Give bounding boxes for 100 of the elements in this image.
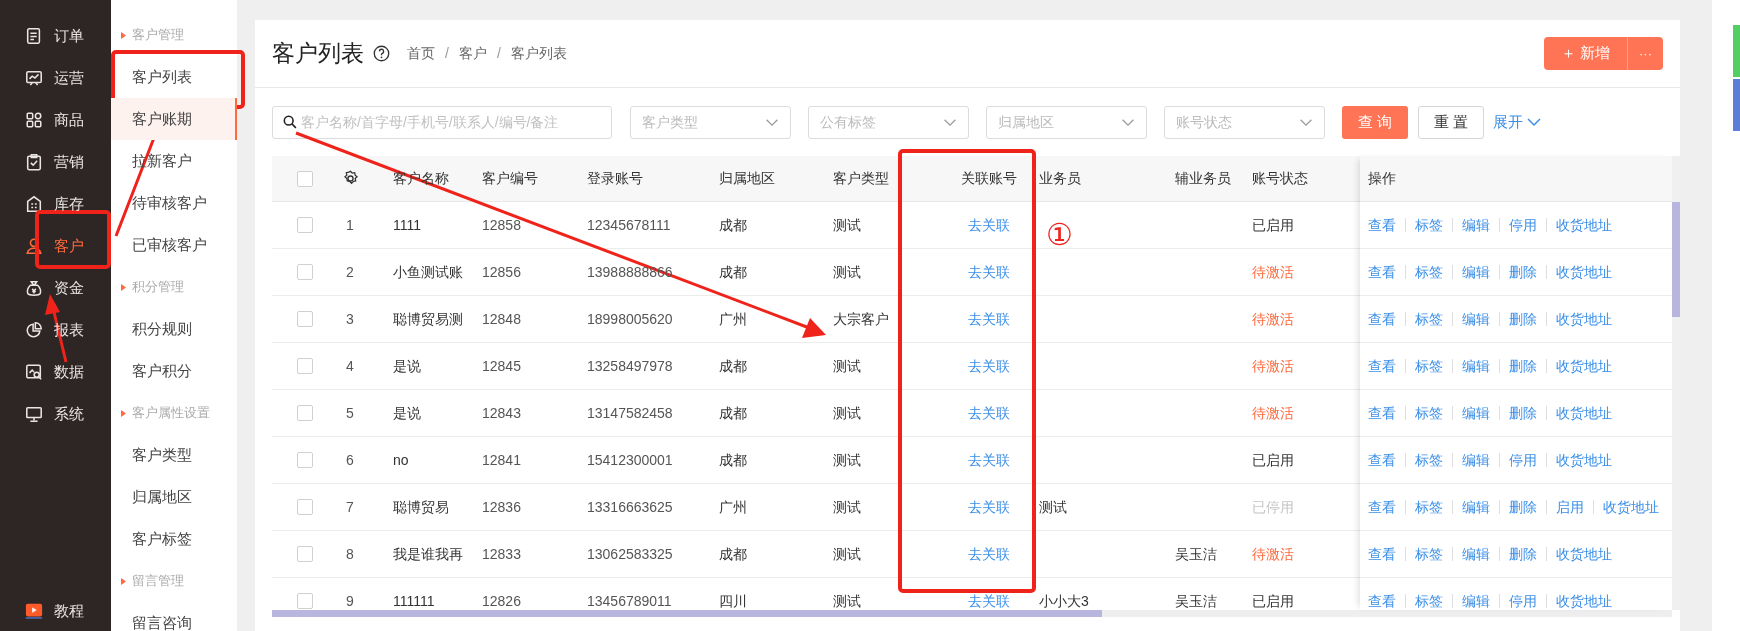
sidebar-item[interactable]: 资金 [0, 267, 111, 309]
select-field[interactable]: 客户类型 [630, 105, 791, 139]
action-link[interactable]: 编辑 [1462, 261, 1490, 283]
action-link[interactable]: 查看 [1368, 355, 1396, 377]
side-tab[interactable] [1733, 25, 1740, 77]
submenu-item[interactable]: 留言咨询 [111, 602, 237, 631]
action-link[interactable]: 标签 [1415, 590, 1443, 610]
action-link[interactable]: 收货地址 [1556, 261, 1612, 283]
breadcrumb-item[interactable]: 客户 [458, 43, 487, 64]
breadcrumb-item[interactable]: 首页 [407, 43, 435, 64]
link[interactable]: 去关联 [967, 263, 1010, 280]
action-link[interactable]: 标签 [1415, 355, 1443, 377]
side-tab[interactable] [1733, 79, 1740, 131]
submenu-item[interactable]: 归属地区 [111, 476, 237, 518]
query-button[interactable]: 查 询 [1342, 105, 1408, 139]
select-field[interactable]: 归属地区 [986, 105, 1147, 139]
checkbox[interactable] [297, 405, 313, 421]
action-link[interactable]: 编辑 [1462, 402, 1490, 424]
sidebar-item[interactable]: 商品 [0, 99, 111, 141]
action-link[interactable]: 编辑 [1462, 590, 1490, 610]
action-link[interactable]: 查看 [1368, 308, 1396, 330]
add-button[interactable]: ＋ 新增 [1544, 37, 1628, 70]
action-link[interactable]: 收货地址 [1556, 449, 1612, 471]
action-link[interactable]: 编辑 [1462, 214, 1490, 236]
action-link[interactable]: 收货地址 [1603, 496, 1659, 518]
submenu-item[interactable]: 客户标签 [111, 518, 237, 560]
submenu-item[interactable]: 已审核客户 [111, 224, 237, 266]
checkbox[interactable] [297, 264, 313, 280]
action-link[interactable]: 编辑 [1462, 449, 1490, 471]
action-link[interactable]: 收货地址 [1556, 543, 1612, 565]
action-link[interactable]: 查看 [1368, 214, 1396, 236]
action-link[interactable]: 停用 [1509, 449, 1537, 471]
link[interactable]: 去关联 [967, 545, 1010, 562]
action-link[interactable]: 标签 [1415, 402, 1443, 424]
action-link[interactable]: 收货地址 [1556, 355, 1612, 377]
search-input[interactable]: 客户名称/首字母/手机号/联系人/编号/备注 [301, 111, 601, 133]
action-link[interactable]: 停用 [1509, 590, 1537, 610]
reset-button[interactable]: 重 置 [1418, 105, 1484, 139]
link[interactable]: 去关联 [967, 216, 1010, 233]
action-link[interactable]: 标签 [1415, 214, 1443, 236]
submenu-item[interactable]: 积分规则 [111, 308, 237, 350]
select-field[interactable]: 公有标签 [808, 105, 969, 139]
action-link[interactable]: 收货地址 [1556, 214, 1612, 236]
checkbox[interactable] [297, 593, 313, 609]
more-button[interactable]: ··· [1628, 37, 1663, 70]
submenu-item[interactable]: 客户积分 [111, 350, 237, 392]
checkbox[interactable] [297, 170, 313, 187]
checkbox[interactable] [297, 452, 313, 468]
link[interactable]: 去关联 [967, 357, 1010, 374]
search-field[interactable]: 客户名称/首字母/手机号/联系人/编号/备注 [272, 105, 612, 139]
action-link[interactable]: 删除 [1509, 402, 1537, 424]
action-link[interactable]: 编辑 [1462, 496, 1490, 518]
action-link[interactable]: 删除 [1509, 261, 1537, 283]
action-link[interactable]: 删除 [1509, 543, 1537, 565]
expand-link[interactable]: 展开 [1493, 110, 1541, 134]
action-link[interactable]: 标签 [1415, 449, 1443, 471]
action-link[interactable]: 查看 [1368, 449, 1396, 471]
submenu-item[interactable]: 待审核客户 [111, 182, 237, 224]
action-link[interactable]: 收货地址 [1556, 402, 1612, 424]
action-link[interactable]: 删除 [1509, 355, 1537, 377]
scrollbar-thumb[interactable] [1672, 202, 1680, 317]
action-link[interactable]: 标签 [1415, 308, 1443, 330]
action-link[interactable]: 查看 [1368, 590, 1396, 610]
action-link[interactable]: 编辑 [1462, 543, 1490, 565]
link[interactable]: 去关联 [967, 310, 1010, 327]
link[interactable]: 去关联 [967, 451, 1010, 468]
link[interactable]: 去关联 [967, 592, 1010, 609]
action-link[interactable]: 查看 [1368, 496, 1396, 518]
sidebar-item[interactable]: 运营 [0, 57, 111, 99]
settings-icon[interactable] [342, 170, 359, 187]
select-field[interactable]: 账号状态 [1164, 105, 1325, 139]
checkbox[interactable] [297, 217, 313, 233]
sidebar-item[interactable]: 营销 [0, 141, 111, 183]
submenu-item[interactable]: 客户类型 [111, 434, 237, 476]
action-link[interactable]: 启用 [1556, 496, 1584, 518]
submenu-item[interactable]: 客户列表 [111, 56, 237, 98]
action-link[interactable]: 标签 [1415, 543, 1443, 565]
action-link[interactable]: 删除 [1509, 496, 1537, 518]
sidebar-item[interactable]: 系统 [0, 393, 111, 435]
link[interactable]: 去关联 [967, 404, 1010, 421]
action-link[interactable]: 收货地址 [1556, 308, 1612, 330]
sidebar-item[interactable]: 客户 [0, 225, 111, 267]
action-link[interactable]: 查看 [1368, 402, 1396, 424]
action-link[interactable]: 收货地址 [1556, 590, 1612, 610]
action-link[interactable]: 删除 [1509, 308, 1537, 330]
action-link[interactable]: 标签 [1415, 496, 1443, 518]
sidebar-item[interactable]: 订单 [0, 15, 111, 57]
checkbox[interactable] [297, 358, 313, 374]
action-link[interactable]: 查看 [1368, 261, 1396, 283]
action-link[interactable]: 停用 [1509, 214, 1537, 236]
action-link[interactable]: 标签 [1415, 261, 1443, 283]
submenu-item[interactable]: 客户账期 [111, 98, 237, 140]
checkbox[interactable] [297, 499, 313, 515]
sidebar-item[interactable]: 教程 [0, 593, 84, 629]
link[interactable]: 去关联 [967, 498, 1010, 515]
checkbox[interactable] [297, 311, 313, 327]
checkbox[interactable] [297, 546, 313, 562]
sidebar-item[interactable]: 库存 [0, 183, 111, 225]
action-link[interactable]: 查看 [1368, 543, 1396, 565]
sidebar-item[interactable]: 数据 [0, 351, 111, 393]
